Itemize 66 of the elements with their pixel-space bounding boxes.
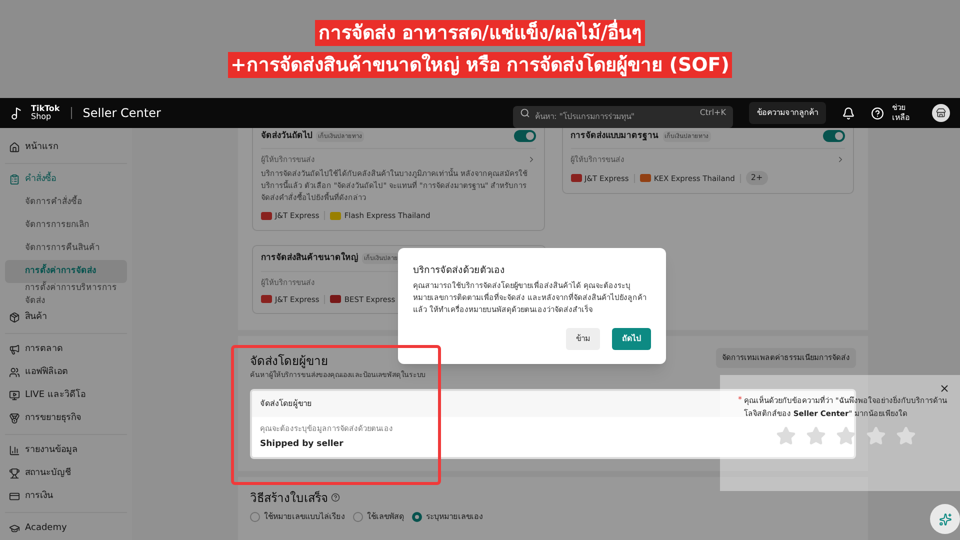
logo-text: TikTok — [31, 105, 60, 113]
sidebar-subitem[interactable]: จัดการการคืนสินค้า — [5, 237, 127, 260]
more-badge[interactable]: 2+ — [746, 171, 768, 186]
next-button[interactable]: ถัดไป — [612, 328, 651, 350]
logo-text: Shop — [31, 113, 52, 121]
menu-icon — [9, 312, 20, 323]
radio-option[interactable]: ระบุหมายเลขเอง — [412, 510, 483, 522]
radio-option[interactable]: ใช้หมายเลขแบบไล่เรียง — [250, 510, 345, 522]
toggle-switch[interactable] — [514, 130, 536, 142]
required-mark: * — [738, 394, 742, 406]
sidebar-subitem[interactable]: จัดการคำสั่งซื้อ — [5, 191, 127, 214]
sidebar-item[interactable]: Academy — [5, 517, 127, 540]
menu-icon — [9, 445, 20, 456]
menu-icon — [9, 468, 20, 479]
radio-option[interactable]: ใช้เลขพัสดุ — [353, 510, 404, 522]
toggle-switch[interactable] — [823, 130, 845, 142]
sparkle-icon — [938, 512, 952, 526]
menu-icon — [9, 344, 20, 355]
star-icon[interactable] — [776, 426, 796, 446]
section-title: วิธีสร้างใบเสร็จ — [250, 490, 328, 506]
sidebar-item[interactable]: สินค้า — [5, 306, 127, 329]
store-avatar[interactable] — [932, 104, 950, 122]
store-icon — [936, 108, 946, 118]
radio-button[interactable] — [250, 512, 260, 522]
radio-button[interactable] — [353, 512, 363, 522]
radio-button[interactable] — [412, 512, 422, 522]
sidebar-item[interactable]: สถานะบัญชี — [5, 462, 127, 485]
card-title: จัดส่งวันถัดไป — [261, 130, 312, 142]
menu-icon — [9, 491, 20, 502]
star-icon[interactable] — [896, 426, 916, 446]
close-icon[interactable] — [939, 383, 950, 394]
star-icon[interactable] — [836, 426, 856, 446]
help-label[interactable]: เหลือ — [892, 113, 910, 123]
sidebar-subitem[interactable]: การตั้งค่าการบริหารการจัดส่ง — [5, 283, 127, 306]
card-title: การจัดส่งสินค้าขนาดใหญ่ — [261, 252, 358, 265]
sidebar-subitem[interactable]: จัดการการยกเลิก — [5, 214, 127, 237]
app-title: Seller Center — [82, 105, 161, 122]
sidebar-item[interactable]: การตลาด — [5, 338, 127, 361]
search-icon — [520, 108, 530, 118]
sidebar-item[interactable]: การขยายธุรกิจ — [5, 407, 127, 430]
logo-icon — [10, 106, 23, 120]
star-icon[interactable] — [806, 426, 826, 446]
menu-icon — [9, 523, 20, 534]
banner-title: +การจัดส่งสินค้าขนาดใหญ่ หรือ การจัดส่งโดยผู้ขาย (SOF) — [228, 52, 732, 78]
sidebar-item[interactable]: หน้าแรก — [5, 136, 127, 159]
help-label[interactable]: ช่วย — [892, 103, 910, 113]
star-icon[interactable] — [866, 426, 886, 446]
menu-icon — [9, 174, 20, 185]
sidebar-item[interactable]: LIVE และวิดีโอ — [5, 384, 127, 407]
menu-icon — [9, 413, 20, 424]
sidebar-item[interactable]: การเงิน — [5, 485, 127, 508]
menu-icon — [9, 367, 20, 378]
bell-icon[interactable] — [842, 106, 855, 120]
sidebar-item[interactable]: แอฟฟิลิเอต — [5, 361, 127, 384]
shipping-method: Shipped by seller — [260, 438, 344, 450]
menu-icon — [9, 142, 20, 153]
shortcut-hint: Ctrl+K — [700, 108, 726, 118]
banner-title: การจัดส่ง อาหารสด/แช่แข็ง/ผลไม้/อื่นๆ — [315, 20, 645, 46]
sidebar-item[interactable]: รายงานข้อมูล — [5, 439, 127, 462]
skip-button[interactable]: ข้าม — [566, 328, 600, 350]
modal-title: บริการจัดส่งด้วยตัวเอง — [413, 264, 506, 278]
card-title: การจัดส่งแบบมาตรฐาน — [570, 130, 658, 142]
messages-button[interactable]: ข้อความจากลูกค้า — [749, 102, 826, 124]
section-title: จัดส่งโดยผู้ขาย — [250, 353, 329, 370]
menu-icon — [9, 390, 20, 401]
chevron-right-icon[interactable] — [836, 155, 845, 164]
